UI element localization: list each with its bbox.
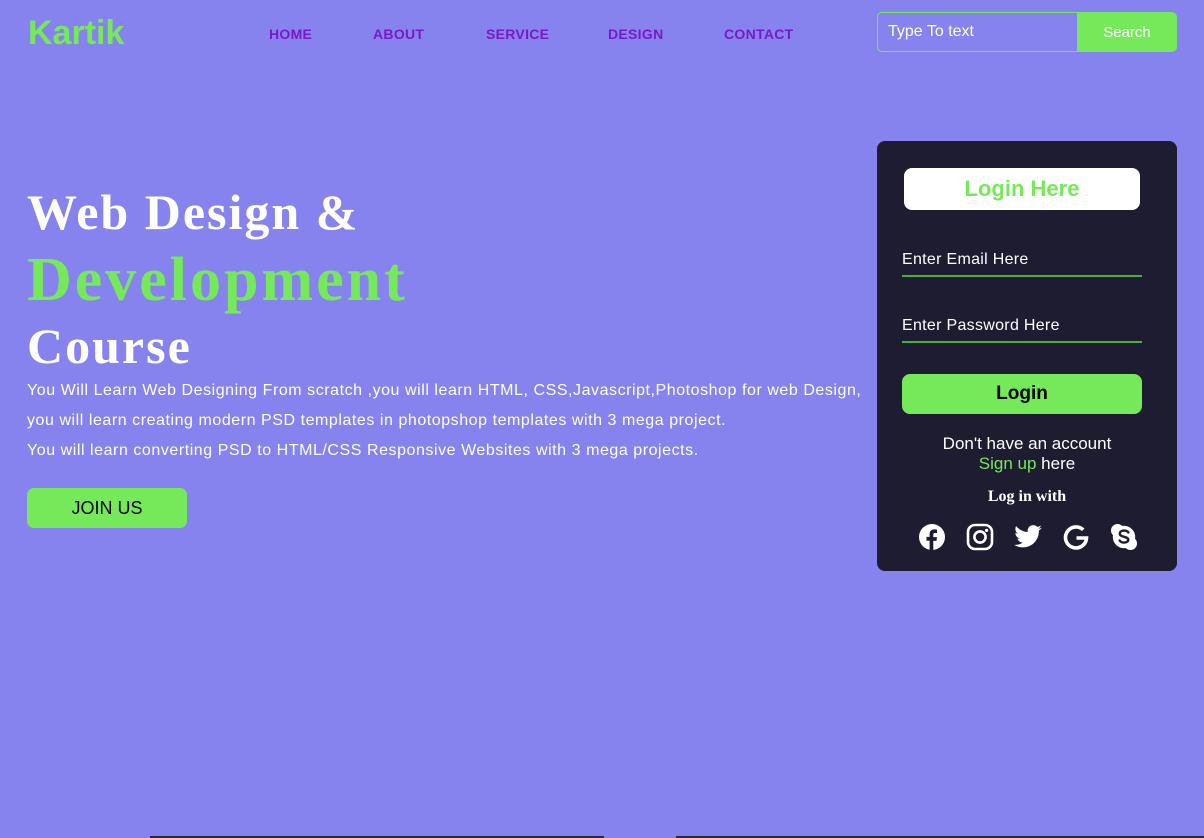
facebook-icon[interactable]: [917, 522, 947, 552]
signup-link[interactable]: Sign up: [979, 454, 1037, 473]
login-title: Login Here: [904, 168, 1140, 210]
signup-line: Sign up here: [877, 454, 1177, 474]
nav-item-home[interactable]: HOME: [269, 26, 312, 42]
nav-item-about[interactable]: ABOUT: [373, 26, 424, 42]
login-with-label: Log in with: [987, 488, 1067, 505]
signup-suffix: here: [1036, 454, 1076, 473]
email-field[interactable]: [902, 245, 1142, 277]
no-account-text: Don't have an account: [942, 434, 1112, 453]
search-input[interactable]: [877, 12, 1077, 52]
skype-icon[interactable]: [1109, 522, 1139, 552]
twitter-icon[interactable]: [1013, 522, 1043, 552]
password-field[interactable]: [902, 311, 1142, 343]
hero-title-line3: Course: [27, 318, 192, 374]
login-panel: Login Here Login Don't have an account S…: [877, 141, 1177, 571]
search-button[interactable]: Search: [1077, 12, 1177, 52]
nav-item-design[interactable]: DESIGN: [608, 26, 663, 42]
instagram-icon[interactable]: [965, 522, 995, 552]
nav-item-contact[interactable]: CONTACT: [724, 26, 794, 42]
hero-title-line2: Development: [27, 246, 408, 314]
hero-title-line1: Web Design &: [27, 184, 360, 240]
social-login-icons: [917, 522, 1137, 552]
search-bar: Search: [877, 12, 1177, 52]
google-icon[interactable]: [1061, 522, 1091, 552]
login-button[interactable]: Login: [902, 374, 1142, 414]
nav-item-service[interactable]: SERVICE: [486, 26, 549, 42]
brand-logo[interactable]: Kartik: [28, 13, 124, 53]
join-us-button[interactable]: JOIN US: [27, 488, 187, 528]
signup-prompt: Don't have an account Sign up here: [877, 434, 1177, 474]
